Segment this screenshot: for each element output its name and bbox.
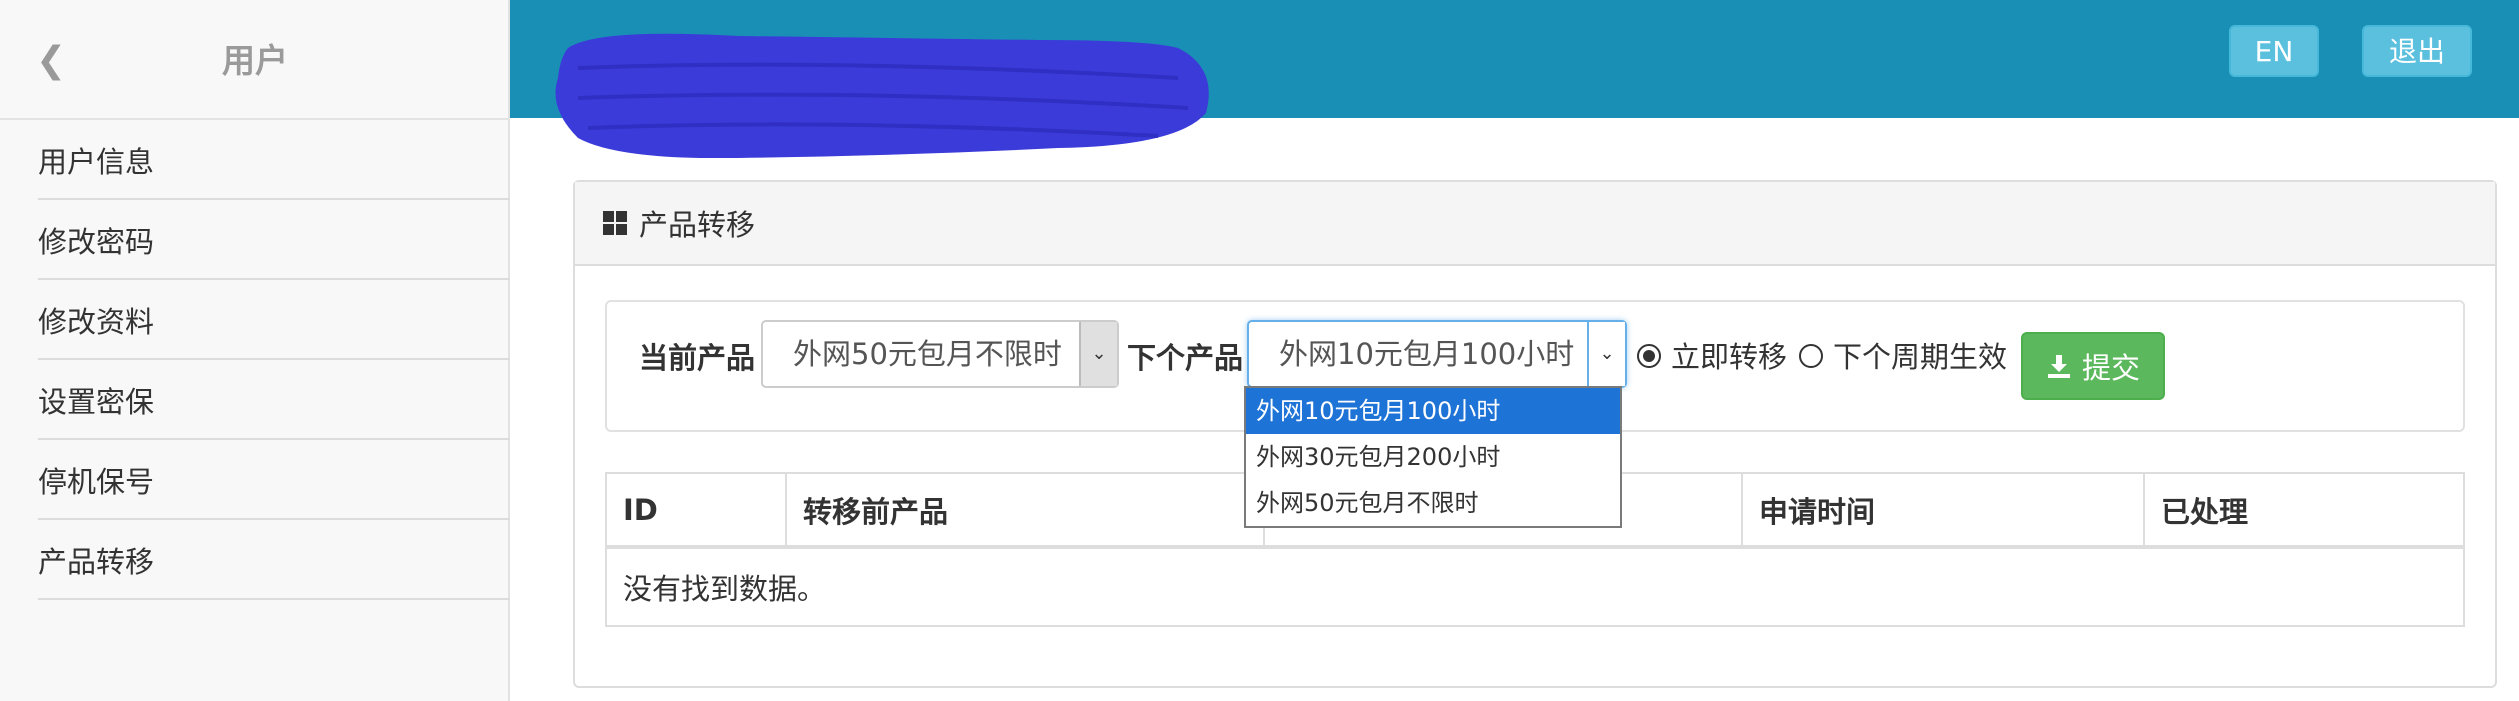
current-product-value: 外网50元包月不限时 xyxy=(793,337,1062,371)
next-product-select[interactable]: 外网10元包月100小时 ⌄ xyxy=(1247,320,1627,388)
sidebar-item-change-password[interactable]: 修改密码 xyxy=(38,200,510,280)
option-item[interactable]: 外网50元包月不限时 xyxy=(1246,480,1620,526)
sidebar-title: 用户 xyxy=(222,41,288,80)
radio-immediate-label[interactable]: 立即转移 xyxy=(1671,337,1787,377)
top-header: EN 退出 xyxy=(510,0,2519,158)
logout-button[interactable]: 退出 xyxy=(2362,25,2472,77)
panel-title: 产品转移 xyxy=(639,208,756,242)
next-product-options: 外网10元包月100小时 外网30元包月200小时 外网50元包月不限时 xyxy=(1244,386,1622,528)
empty-message: 没有找到数据。 xyxy=(605,546,2465,627)
redacted-logo xyxy=(555,33,1209,158)
chevron-down-icon: ⌄ xyxy=(1587,322,1625,386)
sidebar-menu: 用户信息 修改密码 修改资料 设置密保 停机保号 产品转移 xyxy=(38,120,510,600)
radio-next-cycle-label[interactable]: 下个周期生效 xyxy=(1833,337,2007,377)
column-header-processed[interactable]: 已处理 xyxy=(2143,472,2465,549)
current-product-select[interactable]: 外网50元包月不限时 ⌄ xyxy=(761,320,1119,388)
submit-button[interactable]: 提交 xyxy=(2021,332,2165,400)
next-product-value: 外网10元包月100小时 xyxy=(1279,337,1575,371)
option-item[interactable]: 外网10元包月100小时 xyxy=(1246,388,1620,434)
option-item[interactable]: 外网30元包月200小时 xyxy=(1246,434,1620,480)
radio-next-cycle[interactable] xyxy=(1799,344,1823,368)
chevron-down-icon: ⌄ xyxy=(1079,322,1117,386)
sidebar-item-edit-profile[interactable]: 修改资料 xyxy=(38,280,510,360)
language-button[interactable]: EN xyxy=(2229,25,2319,77)
grid-icon xyxy=(603,211,627,235)
download-icon xyxy=(2047,355,2070,378)
column-header-id[interactable]: ID xyxy=(605,472,787,549)
radio-immediate[interactable] xyxy=(1637,344,1661,368)
current-product-label: 当前产品 xyxy=(639,341,756,375)
sidebar-header: ❮ 用户 xyxy=(0,0,508,120)
sidebar-item-product-transfer[interactable]: 产品转移 xyxy=(38,520,510,600)
sidebar-item-suspend-keep-number[interactable]: 停机保号 xyxy=(38,440,510,520)
column-header-before-product[interactable]: 转移前产品 xyxy=(785,472,1265,549)
column-header-apply-time[interactable]: 申请时间 xyxy=(1741,472,2145,549)
sidebar-item-user-info[interactable]: 用户信息 xyxy=(38,120,510,200)
sidebar: ❮ 用户 用户信息 修改密码 修改资料 设置密保 停机保号 产品转移 xyxy=(0,0,510,701)
next-product-label: 下个产品 xyxy=(1127,341,1244,375)
table-row: 没有找到数据。 xyxy=(605,546,2465,627)
panel-heading: 产品转移 xyxy=(575,182,2495,266)
sidebar-item-security-question[interactable]: 设置密保 xyxy=(38,360,510,440)
submit-label: 提交 xyxy=(2081,351,2140,385)
